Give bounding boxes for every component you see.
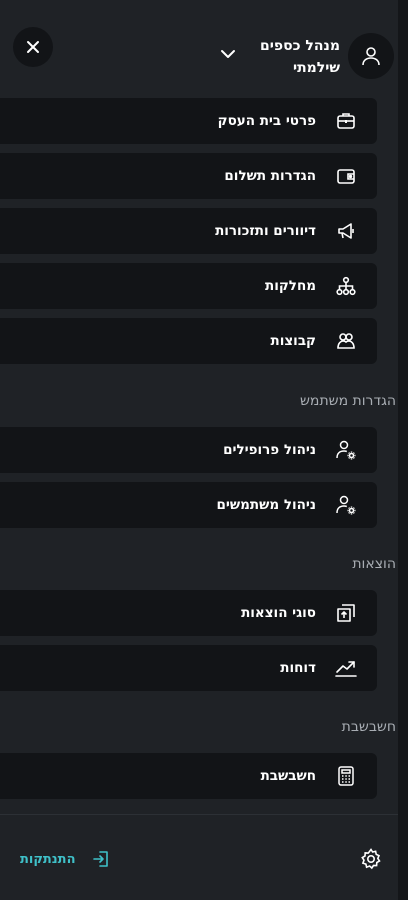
menu-item-payment-settings[interactable]: הגדרות תשלום bbox=[0, 153, 377, 199]
user-name: מנהל כספים bbox=[260, 38, 340, 54]
panel-edge bbox=[398, 0, 408, 900]
close-button[interactable] bbox=[13, 27, 53, 67]
user-settings-icon bbox=[332, 491, 360, 519]
menu-item-accounting[interactable]: חשבשבת bbox=[0, 753, 377, 799]
logout-button[interactable]: התנתקות bbox=[20, 848, 112, 870]
org-chart-icon bbox=[332, 272, 360, 300]
menu-item-expense-types[interactable]: סוגי הוצאות bbox=[0, 590, 377, 636]
logout-label: התנתקות bbox=[20, 851, 76, 867]
menu-item-departments[interactable]: מחלקות bbox=[0, 263, 377, 309]
close-icon bbox=[26, 40, 40, 54]
menu-item-label: ניהול משתמשים bbox=[216, 497, 316, 513]
menu-item-label: סוגי הוצאות bbox=[241, 605, 316, 621]
trend-chart-icon bbox=[332, 654, 360, 682]
menu-item-label: פרטי בית העסק bbox=[217, 113, 316, 129]
section-title-expenses: הוצאות bbox=[352, 556, 396, 572]
menu-item-reports[interactable]: דוחות bbox=[0, 645, 377, 691]
settings-button[interactable] bbox=[358, 846, 384, 872]
section-title-accounting: חשבשבת bbox=[341, 719, 396, 735]
user-info: מנהל כספים שילמתי bbox=[260, 35, 340, 79]
user-icon bbox=[360, 45, 382, 67]
user-menu-toggle[interactable] bbox=[214, 40, 242, 68]
menu-item-label: חשבשבת bbox=[260, 768, 316, 784]
footer-divider bbox=[0, 814, 398, 815]
avatar[interactable] bbox=[348, 33, 394, 79]
user-settings-icon bbox=[332, 436, 360, 464]
briefcase-icon bbox=[332, 107, 360, 135]
chevron-down-icon bbox=[220, 49, 236, 59]
menu-item-label: הגדרות תשלום bbox=[224, 168, 316, 184]
menu-item-business-details[interactable]: פרטי בית העסק bbox=[0, 98, 377, 144]
megaphone-icon bbox=[332, 217, 360, 245]
group-icon bbox=[332, 327, 360, 355]
section-title-user-settings: הגדרות משתמש bbox=[300, 393, 396, 409]
menu-item-label: דוחות bbox=[280, 660, 316, 676]
menu-item-users[interactable]: ניהול משתמשים bbox=[0, 482, 377, 528]
menu-item-label: קבוצות bbox=[270, 333, 316, 349]
gear-icon bbox=[359, 847, 383, 871]
menu-item-profiles[interactable]: ניהול פרופילים bbox=[0, 427, 377, 473]
menu-item-label: מחלקות bbox=[264, 278, 316, 294]
menu-item-label: ניהול פרופילים bbox=[223, 442, 316, 458]
menu-item-mailings[interactable]: דיוורים ותזכורות bbox=[0, 208, 377, 254]
logout-icon bbox=[90, 848, 112, 870]
wallet-icon bbox=[332, 162, 360, 190]
menu-item-label: דיוורים ותזכורות bbox=[215, 223, 316, 239]
user-role: שילמתי bbox=[292, 60, 340, 76]
calculator-icon bbox=[332, 762, 360, 790]
menu-item-groups[interactable]: קבוצות bbox=[0, 318, 377, 364]
upload-icon bbox=[332, 599, 360, 627]
